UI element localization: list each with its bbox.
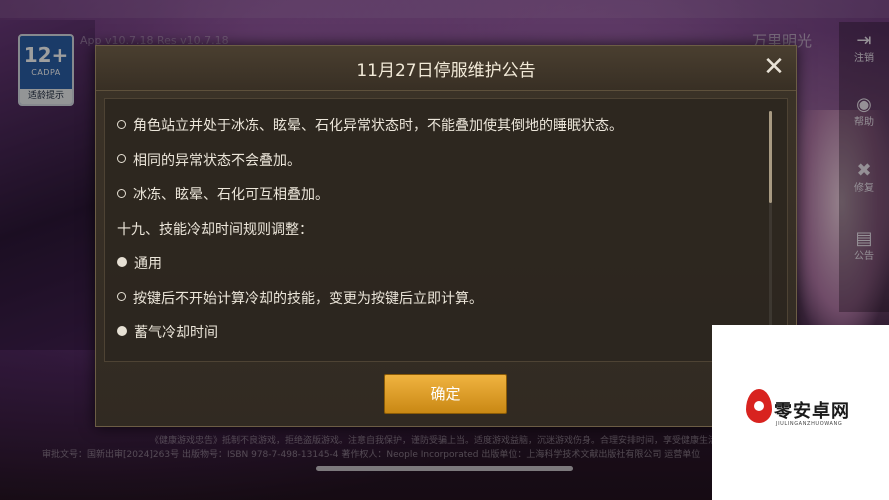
dialog-title: 11月27日停服维护公告 [356, 61, 536, 81]
scrollbar-thumb[interactable] [769, 111, 772, 203]
watermark-logo-dot [754, 401, 764, 411]
announcement-dialog: 11月27日停服维护公告 ✕ 角色站立并处于冰冻、眩晕、石化异常状态时，不能叠加… [95, 45, 797, 427]
open-bullet-icon [117, 292, 126, 301]
section-heading: 十九、技能冷却时间规则调整： [117, 213, 747, 248]
list-item: 按键后不开始计算冷却的技能，变更为按键后立即计算。 [117, 282, 747, 317]
list-item-text: 按键后不开始计算冷却的技能，变更为按键后立即计算。 [133, 290, 483, 307]
watermark-title: 零安卓网 [774, 401, 850, 422]
open-bullet-icon [117, 154, 126, 163]
announcement-content[interactable]: 角色站立并处于冰冻、眩晕、石化异常状态时，不能叠加使其倒地的睡眠状态。 相同的异… [104, 98, 788, 362]
list-item: 角色站立并处于冰冻、眩晕、石化异常状态时，不能叠加使其倒地的睡眠状态。 [117, 109, 747, 144]
list-item: 蓄气冷却时间 [117, 316, 747, 351]
close-icon: ✕ [763, 52, 785, 82]
list-item-text: 相同的异常状态不会叠加。 [133, 152, 301, 169]
open-bullet-icon [117, 188, 126, 198]
open-bullet-icon [117, 119, 126, 129]
list-item: 相同的异常状态不会叠加。 [117, 144, 747, 179]
list-item-text: 蓄气冷却时间 [134, 325, 218, 341]
filled-bullet-icon [117, 326, 127, 336]
list-item: 冰冻、眩晕、石化可互相叠加。 [117, 178, 747, 213]
list-item: 通用 [117, 247, 747, 282]
announcement-lines: 角色站立并处于冰冻、眩晕、石化异常状态时，不能叠加使其倒地的睡眠状态。 相同的异… [117, 109, 747, 351]
filled-bullet-icon [117, 257, 127, 267]
list-item-text: 角色站立并处于冰冻、眩晕、石化异常状态时，不能叠加使其倒地的睡眠状态。 [133, 118, 623, 134]
list-item-text: 通用 [134, 256, 162, 272]
section-heading-text: 十九、技能冷却时间规则调整： [117, 221, 313, 238]
list-item-text: 冰冻、眩晕、石化可互相叠加。 [133, 187, 329, 203]
watermark-subtitle: JIULINGANZHUOWANG [776, 421, 843, 427]
dialog-header: 11月27日停服维护公告 ✕ [96, 46, 796, 91]
site-watermark: 零安卓网 JIULINGANZHUOWANG [712, 325, 889, 500]
confirm-button[interactable]: 确定 [384, 374, 507, 414]
close-button[interactable]: ✕ [758, 52, 790, 84]
